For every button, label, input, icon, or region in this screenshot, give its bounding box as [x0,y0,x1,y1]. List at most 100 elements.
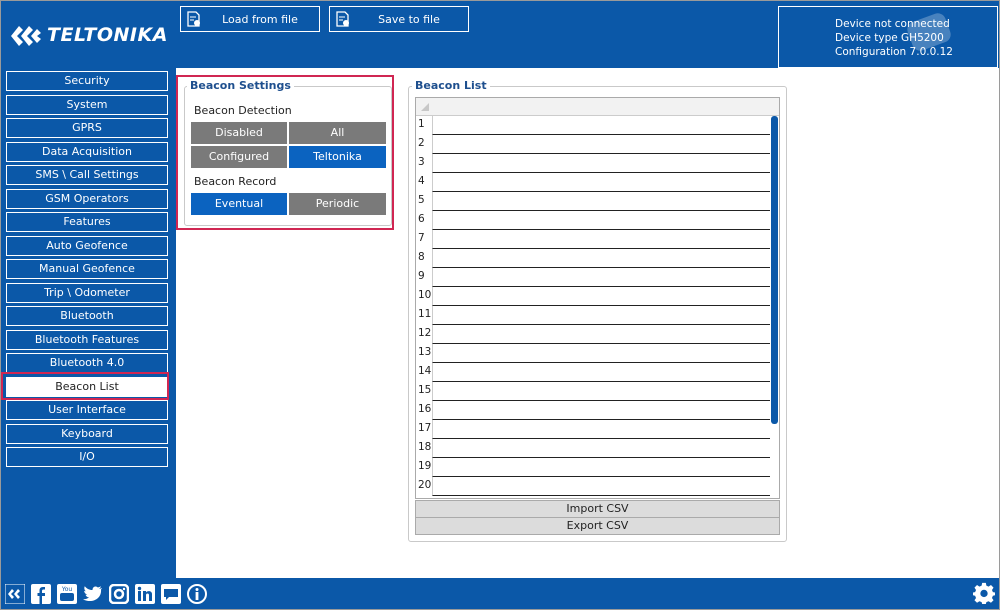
instagram-icon[interactable] [109,584,129,604]
row-number: 10 [418,289,432,301]
beacon-id-cell[interactable] [432,268,770,287]
sidebar-item-bluetooth-features[interactable]: Bluetooth Features [6,330,168,350]
import-csv-button[interactable]: Import CSV [415,500,780,518]
row-number: 12 [418,327,432,339]
sidebar-item-user-interface[interactable]: User Interface [6,400,168,420]
chat-icon[interactable] [161,584,181,604]
sidebar-item-manual-geofence[interactable]: Manual Geofence [6,259,168,279]
gear-icon[interactable] [973,582,995,604]
table-row[interactable]: 15 [416,382,770,401]
info-icon[interactable] [187,584,207,604]
beacon-id-cell[interactable] [432,477,770,496]
beacon-id-cell[interactable] [432,344,770,363]
table-row[interactable]: 10 [416,287,770,306]
sidebar-item-bluetooth-4[interactable]: Bluetooth 4.0 [6,353,168,373]
device-type: Device type GH5200 [835,32,944,44]
table-row[interactable]: 2 [416,135,770,154]
teltonika-icon[interactable] [5,584,25,604]
select-all-corner[interactable] [421,103,429,111]
export-csv-button[interactable]: Export CSV [415,517,780,535]
table-row[interactable]: 3 [416,154,770,173]
sidebar-item-data-acquisition[interactable]: Data Acquisition [6,142,168,162]
table-row[interactable]: 8 [416,249,770,268]
beacon-id-cell[interactable] [432,116,770,135]
save-to-file-button[interactable]: Save to file [329,6,469,32]
beacon-id-cell[interactable] [432,154,770,173]
twitter-icon[interactable] [83,584,103,604]
table-row[interactable]: 13 [416,344,770,363]
device-configuration: Configuration 7.0.0.12 [835,46,953,58]
table-row[interactable]: 17 [416,420,770,439]
file-save-icon [336,11,349,27]
table-row[interactable]: 20 [416,477,770,496]
beacon-id-cell[interactable] [432,382,770,401]
sidebar-item-keyboard[interactable]: Keyboard [6,424,168,444]
table-row[interactable]: 12 [416,325,770,344]
sidebar-item-bluetooth[interactable]: Bluetooth [6,306,168,326]
table-row[interactable]: 9 [416,268,770,287]
beacon-id-cell[interactable] [432,230,770,249]
table-row[interactable]: 5 [416,192,770,211]
beacon-settings-highlight [176,75,394,230]
device-info-panel: Device not connected Device type GH5200 … [778,6,998,68]
teltonika-logo: TELTONIKA [9,19,175,55]
beacon-id-cell[interactable] [432,192,770,211]
sidebar-item-sms-call-settings[interactable]: SMS \ Call Settings [6,165,168,185]
beacon-id-cell[interactable] [432,135,770,154]
facebook-icon[interactable] [31,584,51,604]
table-row[interactable]: 6 [416,211,770,230]
sidebar-item-io[interactable]: I/O [6,447,168,467]
row-number: 2 [418,137,425,149]
row-number: 11 [418,308,432,320]
table-row[interactable]: 19 [416,458,770,477]
beacon-id-cell[interactable] [432,401,770,420]
sidebar-item-auto-geofence[interactable]: Auto Geofence [6,236,168,256]
youtube-icon[interactable]: You [57,584,77,604]
sidebar-item-system[interactable]: System [6,95,168,115]
beacon-id-cell[interactable] [432,420,770,439]
beacon-id-cell[interactable] [432,287,770,306]
beacon-id-cell[interactable] [432,458,770,477]
table-row[interactable]: 16 [416,401,770,420]
table-header [416,98,779,116]
beacon-id-cell[interactable] [432,363,770,382]
row-number: 17 [418,422,432,434]
row-number: 16 [418,403,432,415]
sidebar-item-features[interactable]: Features [6,212,168,232]
table-row[interactable]: 1 [416,116,770,135]
sidebar: Security System GPRS Data Acquisition SM… [1,68,176,578]
row-number: 14 [418,365,432,377]
row-number: 15 [418,384,432,396]
row-number: 1 [418,118,425,130]
table-row[interactable]: 4 [416,173,770,192]
sidebar-item-trip-odometer[interactable]: Trip \ Odometer [6,283,168,303]
beacon-id-cell[interactable] [432,306,770,325]
sidebar-item-gprs[interactable]: GPRS [6,118,168,138]
bottom-bar: You [1,578,999,609]
beacon-id-cell[interactable] [432,173,770,192]
row-number: 18 [418,441,432,453]
table-row[interactable]: 11 [416,306,770,325]
row-number: 7 [418,232,425,244]
beacon-id-cell[interactable] [432,325,770,344]
sidebar-item-security[interactable]: Security [6,71,168,91]
sidebar-item-gsm-operators[interactable]: GSM Operators [6,189,168,209]
beacon-id-cell[interactable] [432,211,770,230]
vertical-scrollbar[interactable] [771,116,778,424]
beacon-list-table[interactable]: 1 2 3 4 5 6 7 8 9 10 11 12 13 14 15 16 1… [415,97,780,499]
beacon-id-cell[interactable] [432,439,770,458]
load-from-file-label: Load from file [222,12,298,26]
load-from-file-button[interactable]: Load from file [180,6,320,32]
table-row[interactable]: 18 [416,439,770,458]
row-number: 5 [418,194,425,206]
active-item-highlight [1,372,169,400]
row-number: 13 [418,346,432,358]
row-number: 6 [418,213,425,225]
teltonika-logo-icon [11,26,41,46]
table-row[interactable]: 7 [416,230,770,249]
linkedin-icon[interactable] [135,584,155,604]
svg-text:You: You [61,586,73,593]
row-number: 20 [418,479,432,491]
table-row[interactable]: 14 [416,363,770,382]
beacon-id-cell[interactable] [432,249,770,268]
